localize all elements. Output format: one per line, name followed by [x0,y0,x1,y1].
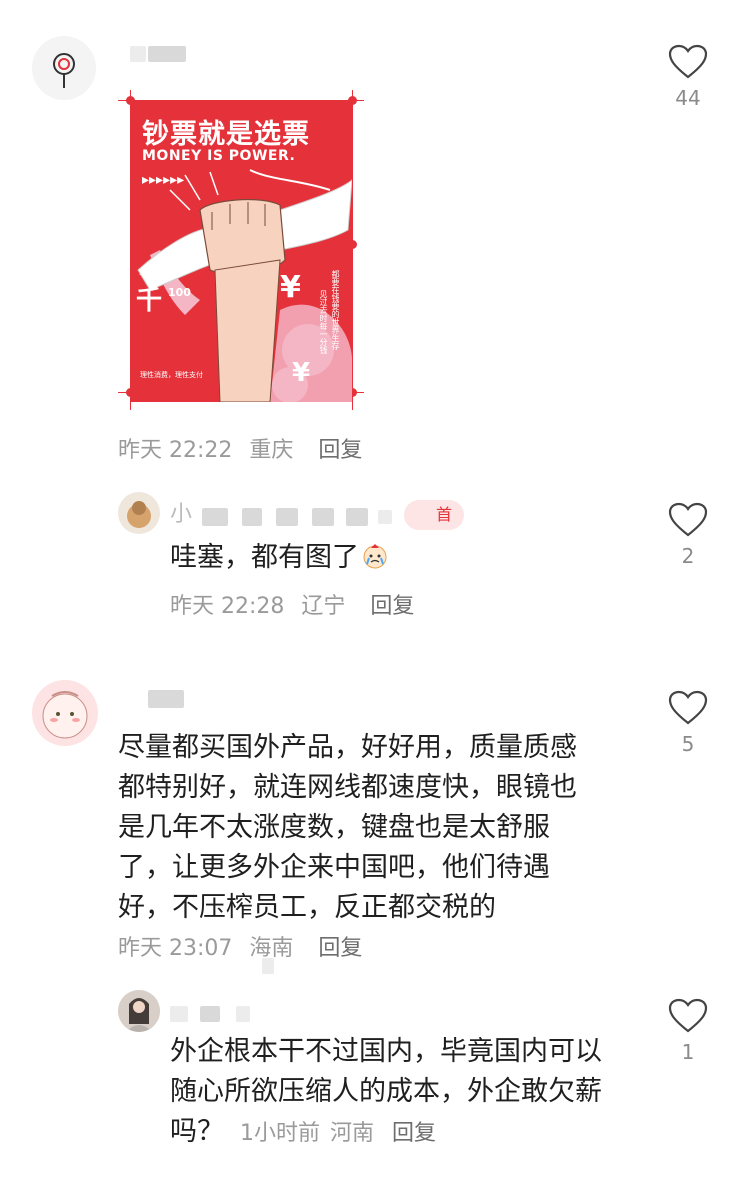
like-button[interactable]: 44 [658,44,718,110]
reply-username-prefix[interactable]: 小 [170,496,192,528]
username-blurred[interactable] [148,690,184,708]
comment-text: 尽量都买国外产品，好好用，质量质感 都特别好，就连网线都速度快，眼镜也 是几年不… [118,732,577,923]
yuan-symbol-2: ¥ [280,270,301,305]
like-count: 1 [681,1040,695,1064]
comment-image[interactable]: 钞票就是选票 MONEY IS POWER. ▸▸▸▸▸▸ 千 100 ¥ ¥ … [118,90,364,410]
reply-avatar[interactable] [118,990,160,1032]
heart-icon [668,44,708,79]
author-badge: 首 [404,500,464,530]
fist-with-money-illustration [137,169,352,402]
poster-bottom-text: 理性消费，理性支付 [140,371,203,379]
yuan-note: 100 [168,286,191,299]
comment-meta: 昨天 23:07 海南 回复 [118,936,363,961]
reply-username-blurred[interactable] [170,1006,188,1022]
like-count: 5 [681,732,695,756]
reply-meta: 1小时前 河南 回复 [240,1121,437,1146]
reply-button[interactable]: 回复 [318,936,362,961]
username-blurred[interactable] [148,46,186,62]
yuan-symbol-3: ¥ [292,358,311,388]
like-count: 2 [681,544,695,568]
reply-button[interactable]: 回复 [318,438,362,463]
yuan-symbol-1: 千 [136,286,163,316]
money-poster: 钞票就是选票 MONEY IS POWER. ▸▸▸▸▸▸ 千 100 ¥ ¥ … [130,100,352,402]
reply-button[interactable]: 回复 [392,1121,436,1146]
heart-icon [668,690,708,725]
reply-text: 哇塞，都有图了 [170,538,389,578]
like-button[interactable]: 1 [658,998,718,1064]
like-button[interactable]: 5 [658,690,718,756]
heart-icon [668,998,708,1033]
poster-side-text-2: 见过去时每一分钱 [319,290,328,354]
username-blurred-part [130,46,146,62]
reply-button[interactable]: 回复 [370,594,414,619]
crying-emoji-icon [361,542,389,570]
reply-meta: 昨天 22:28 辽宁 回复 [170,594,415,619]
comment-time: 昨天 22:22 [118,438,233,463]
avatar[interactable] [32,36,96,100]
poster-side-text: 都要在钱要的世界生存 [331,270,340,350]
avatar[interactable] [32,680,98,746]
reply-avatar[interactable] [118,492,160,534]
like-count: 44 [675,86,701,110]
comment-location: 重庆 [249,438,294,463]
heart-icon [668,502,708,537]
comment-meta: 昨天 22:22 重庆 回复 [118,432,372,464]
reply-text: 外企根本干不过国内，毕竟国内可以 随心所欲压缩人的成本，外企敢欠薪 吗？ 1小时前… [170,1036,602,1147]
lollipop-avatar-icon [53,53,75,88]
like-button[interactable]: 2 [658,502,718,568]
reply-username-blurred[interactable] [202,508,228,526]
